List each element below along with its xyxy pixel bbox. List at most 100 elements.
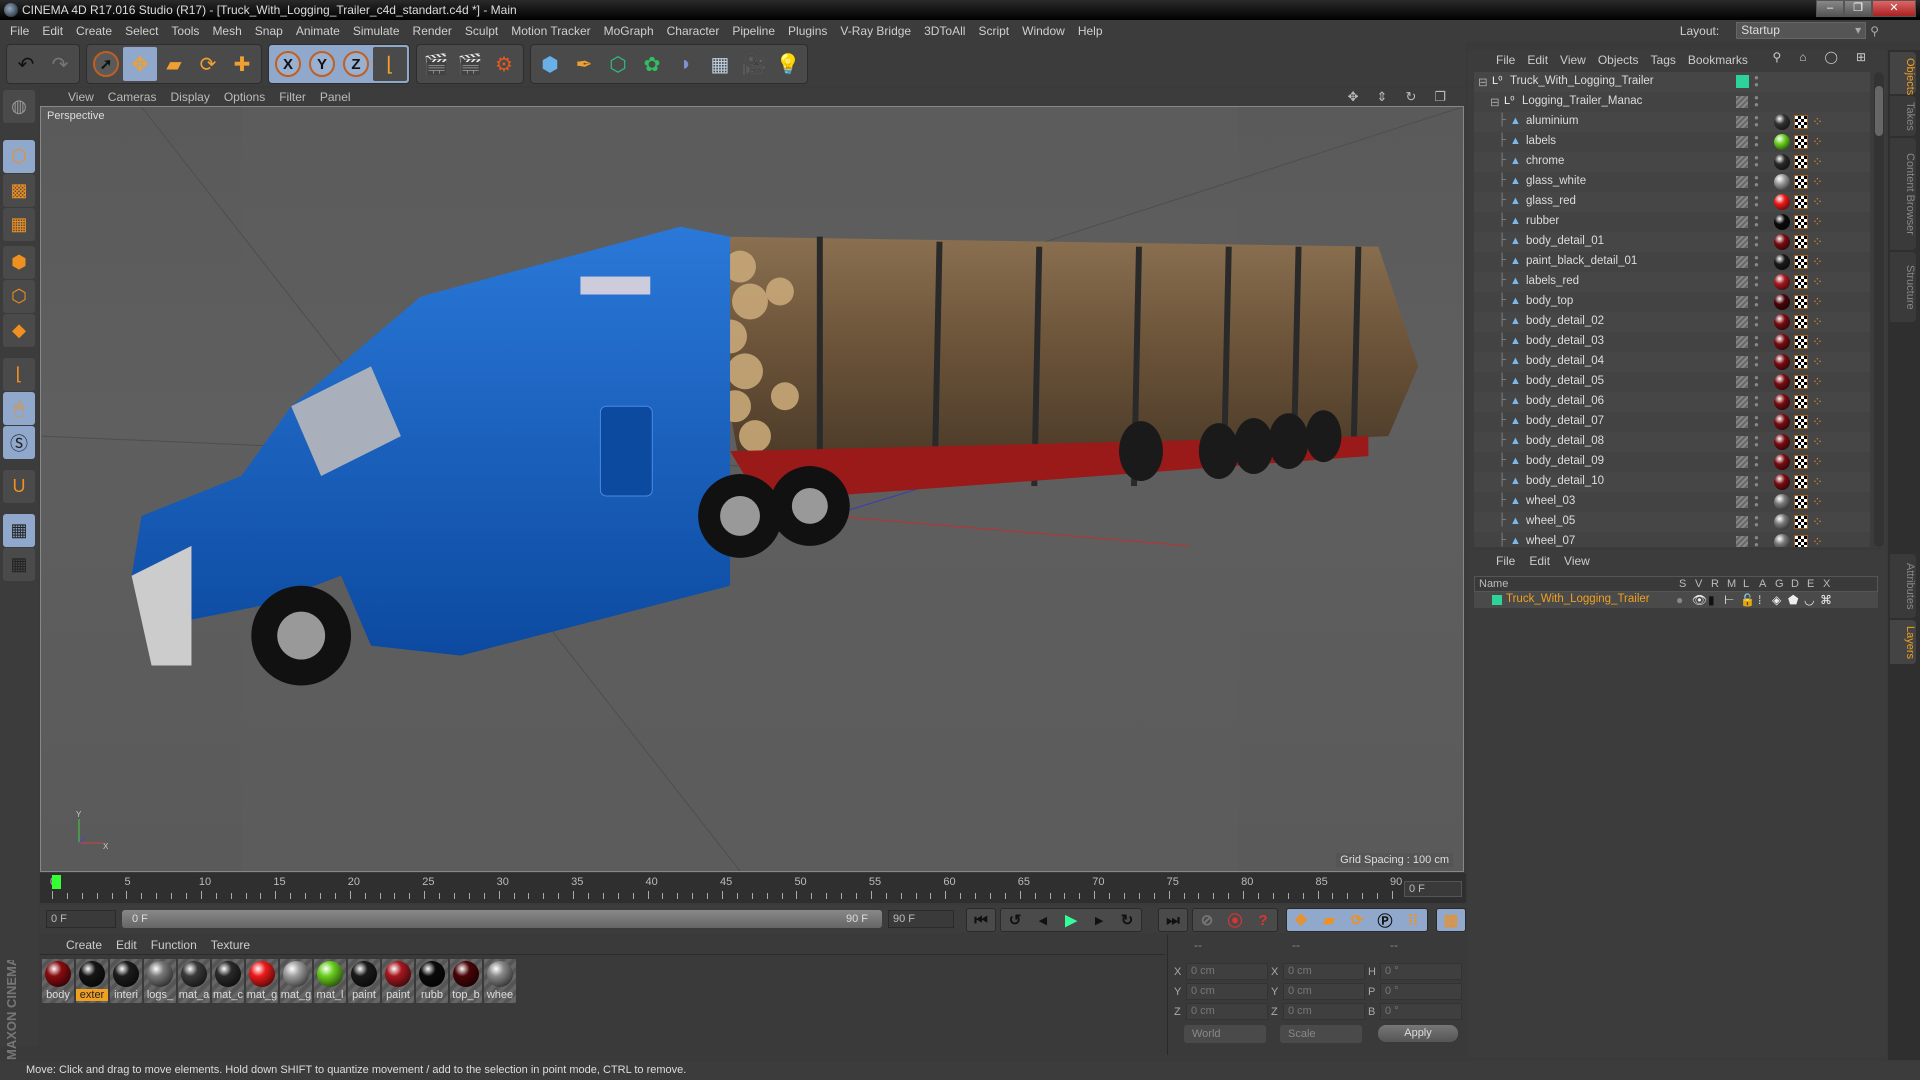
layer-icon[interactable] [1736,136,1748,148]
phong-tag-icon[interactable]: ⁘ [1812,114,1823,130]
coordinate-mode-dropdown[interactable]: World [1184,1025,1266,1043]
layer-icon[interactable] [1736,256,1748,268]
visibility-dots[interactable]: ● ● [1754,534,1759,548]
material-swatch[interactable]: paint [382,959,414,1003]
cloner-icon[interactable]: ✿ [635,47,669,81]
polygons-mode-icon[interactable]: ◆ [3,314,35,347]
solo-toggle-icon[interactable]: ● [1676,593,1683,607]
layer-icon[interactable] [1736,176,1748,188]
tree-row[interactable]: ├ ▲ wheel_05 ● ● ⁘ [1474,512,1870,532]
visibility-dots[interactable]: ● ● [1754,214,1759,229]
material-swatch[interactable]: mat_c [212,959,244,1003]
size-y-field[interactable]: 0 cm [1283,983,1365,1000]
material-swatch[interactable]: exter [76,959,108,1003]
visibility-dots[interactable]: ● ● [1754,254,1759,269]
layer-icon[interactable] [1736,516,1748,528]
layer-icon[interactable] [1736,156,1748,168]
new-window-icon[interactable]: ⊞ [1856,50,1866,64]
tree-row[interactable]: ├ ▲ body_detail_06 ● ● ⁘ [1474,392,1870,412]
timeline-ruler[interactable]: 051015202530354045505560657075808590 [50,875,1402,901]
uvw-tag-icon[interactable] [1794,215,1808,229]
phong-tag-icon[interactable]: ⁘ [1812,214,1823,230]
mat-menu-create[interactable]: Create [66,938,102,952]
uvw-tag-icon[interactable] [1794,295,1808,309]
generators-toggle-icon[interactable]: ◈ [1772,593,1781,607]
workplane-mode-icon[interactable]: ▦ [3,208,35,241]
tab-objects[interactable]: Objects [1890,52,1916,95]
phong-tag-icon[interactable]: ⁘ [1812,234,1823,250]
tree-row[interactable]: ├ ▲ body_top ● ● ⁘ [1474,292,1870,312]
phong-tag-icon[interactable]: ⁘ [1812,354,1823,370]
y-axis-lock[interactable]: Y [305,47,339,81]
material-tag-icon[interactable] [1774,134,1790,150]
prev-key-icon[interactable]: ↺ [1001,909,1029,931]
tree-row[interactable]: ├ ▲ body_detail_02 ● ● ⁘ [1474,312,1870,332]
uvw-tag-icon[interactable] [1794,235,1808,249]
tree-row[interactable]: ├ ▲ body_detail_05 ● ● ⁘ [1474,372,1870,392]
layer-icon[interactable] [1736,196,1748,208]
playhead[interactable] [52,875,61,889]
search-icon[interactable]: ⚲ [1772,50,1781,64]
tab-attributes[interactable]: Attributes [1890,554,1916,618]
phong-tag-icon[interactable]: ⁘ [1812,314,1823,330]
menu-edit[interactable]: Edit [42,24,63,38]
tree-row[interactable]: ├ ▲ body_detail_03 ● ● ⁘ [1474,332,1870,352]
rotate-view-icon[interactable]: ↻ [1405,89,1416,105]
tree-row-root[interactable]: ⊟ L⁰ Truck_With_Logging_Trailer ● ● [1474,72,1870,92]
tree-row[interactable]: ├ ▲ body_detail_07 ● ● ⁘ [1474,412,1870,432]
phong-tag-icon[interactable]: ⁘ [1812,534,1823,547]
camera-icon[interactable]: 🎥 [737,47,771,81]
menu-help[interactable]: Help [1078,24,1103,38]
snap-icon[interactable]: U [3,470,35,503]
3d-viewport[interactable]: Perspective Grid Spacing : 100 cm Y X [40,106,1464,872]
layer-icon[interactable] [1736,356,1748,368]
layer-icon[interactable] [1736,216,1748,228]
phong-tag-icon[interactable]: ⁘ [1812,494,1823,510]
visibility-dots[interactable]: ● ● [1754,294,1759,309]
material-tag-icon[interactable] [1774,474,1790,490]
menu-script[interactable]: Script [978,24,1009,38]
visibility-dots[interactable]: ● ● [1754,114,1759,129]
key-position-icon[interactable]: ✥ [1287,909,1315,931]
uvw-tag-icon[interactable] [1794,455,1808,469]
menu-sculpt[interactable]: Sculpt [465,24,498,38]
redo-icon[interactable]: ↷ [43,47,77,81]
visibility-dots[interactable]: ● ● [1754,394,1759,409]
material-tag-icon[interactable] [1774,234,1790,250]
layer-icon[interactable] [1736,476,1748,488]
menu-tools[interactable]: Tools [171,24,199,38]
layer-icon[interactable] [1736,236,1748,248]
menu-window[interactable]: Window [1022,24,1065,38]
minimize-button[interactable]: ‒ [1816,0,1844,17]
menu-pipeline[interactable]: Pipeline [732,24,775,38]
uvw-tag-icon[interactable] [1794,495,1808,509]
expressions-toggle-icon[interactable]: ◡ [1804,593,1814,607]
move-cross-icon[interactable]: ✚ [225,47,259,81]
points-mode-icon[interactable]: ⬢ [3,246,35,279]
uvw-tag-icon[interactable] [1794,435,1808,449]
visibility-dots[interactable]: ● ● [1754,94,1759,109]
visibility-dots[interactable]: ● ● [1754,314,1759,329]
visibility-dots[interactable]: ● ● [1754,414,1759,429]
close-button[interactable]: ✕ [1872,0,1916,17]
layer-icon[interactable] [1736,296,1748,308]
make-editable-icon[interactable]: ◍ [3,90,35,123]
key-parameter-icon[interactable]: Ⓟ [1371,909,1399,931]
menu-snap[interactable]: Snap [255,24,283,38]
viewport-menu-cameras[interactable]: Cameras [108,90,157,104]
end-frame-field[interactable]: 90 F [888,910,954,928]
material-tag-icon[interactable] [1774,334,1790,350]
material-tag-icon[interactable] [1774,414,1790,430]
layout-dropdown[interactable]: Startup [1736,22,1867,39]
deformer-icon[interactable]: ◗ [669,47,703,81]
obj-menu-edit[interactable]: Edit [1527,53,1548,67]
material-swatch[interactable]: mat_g [246,959,278,1003]
material-swatch[interactable]: rubb [416,959,448,1003]
menu-plugins[interactable]: Plugins [788,24,827,38]
restore-button[interactable]: ❐ [1844,0,1872,17]
material-swatch[interactable]: logs_ [144,959,176,1003]
workplane-lock-icon[interactable]: ▦ [3,514,35,547]
material-tag-icon[interactable] [1774,394,1790,410]
x-axis-lock[interactable]: X [271,47,305,81]
position-y-field[interactable]: 0 cm [1186,983,1268,1000]
